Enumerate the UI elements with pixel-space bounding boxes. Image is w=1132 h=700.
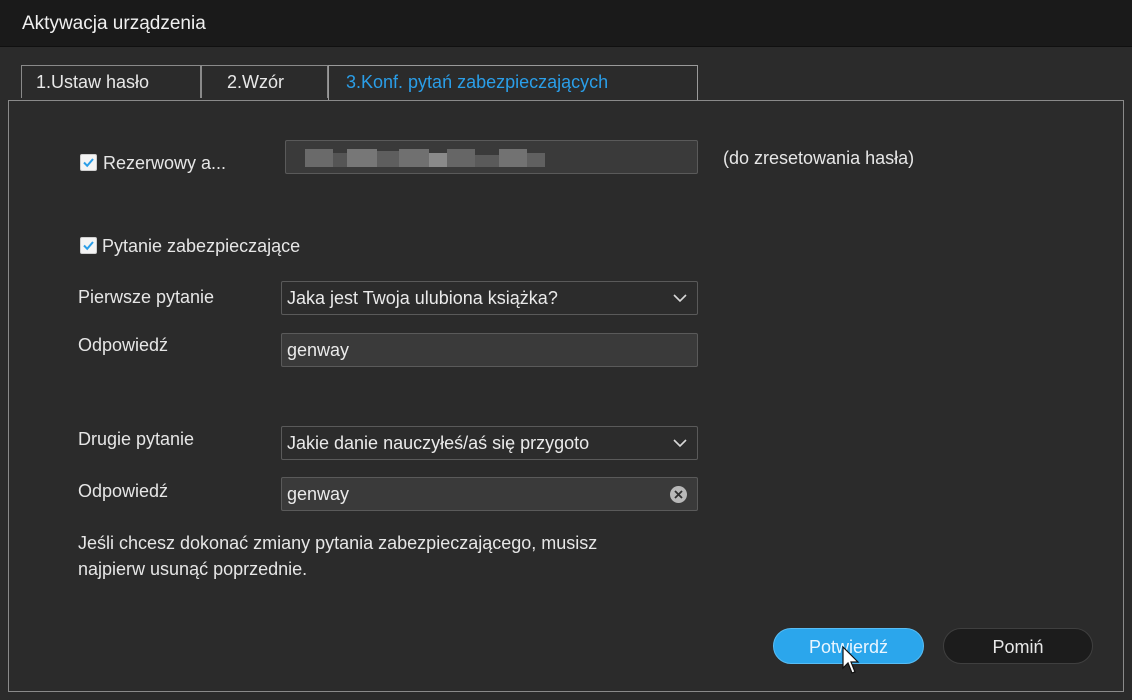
first-question-value: Jaka jest Twoja ulubiona książka? <box>287 288 558 308</box>
first-answer-label: Odpowiedź <box>78 335 169 355</box>
security-questions-panel <box>8 100 1124 692</box>
first-question-select[interactable]: Jaka jest Twoja ulubiona książka? <box>281 281 698 315</box>
tab-label: 1.Ustaw hasło <box>36 72 150 92</box>
skip-button[interactable]: Pomiń <box>943 628 1093 664</box>
backup-email-hint: (do zresetowania hasła) <box>723 148 915 168</box>
second-question-select[interactable]: Jakie danie nauczyłeś/aś się przygoto <box>281 426 698 460</box>
second-answer-label: Odpowiedź <box>78 481 169 501</box>
checkmark-icon <box>83 241 94 251</box>
first-answer-value: genway <box>287 340 350 360</box>
second-question-value: Jakie danie nauczyłeś/aś się przygoto <box>287 433 590 453</box>
chevron-down-icon <box>673 439 687 448</box>
close-icon <box>674 490 683 499</box>
first-question-label: Pierwsze pytanie <box>78 287 215 307</box>
checkmark-icon <box>83 158 94 168</box>
clear-input-icon[interactable] <box>670 486 687 503</box>
backup-email-label: Rezerwowy a... <box>103 153 227 173</box>
second-answer-value: genway <box>287 484 350 504</box>
chevron-down-icon <box>673 294 687 303</box>
tab-security-questions[interactable]: 3.Konf. pytań zabezpieczających <box>328 65 698 101</box>
tab-label: 3.Konf. pytań zabezpieczających <box>346 72 609 92</box>
second-answer-input[interactable]: genway <box>281 477 698 511</box>
security-question-label: Pytanie zabezpieczające <box>102 236 301 256</box>
backup-email-field[interactable] <box>285 140 698 174</box>
mouse-pointer-icon <box>842 646 860 674</box>
first-answer-input[interactable]: genway <box>281 333 698 367</box>
title-bar: Aktywacja urządzenia <box>0 0 1132 47</box>
tab-label: 2.Wzór <box>227 72 285 92</box>
window-title: Aktywacja urządzenia <box>22 13 206 34</box>
tab-set-password[interactable]: 1.Ustaw hasło <box>21 65 201 98</box>
second-question-label: Drugie pytanie <box>78 429 195 449</box>
tab-pattern[interactable]: 2.Wzór <box>201 65 328 98</box>
masked-value-blur <box>305 149 545 167</box>
info-note-line: Jeśli chcesz dokonać zmiany pytania zabe… <box>78 533 598 553</box>
info-note-line: najpierw usunąć poprzednie. <box>78 559 308 579</box>
security-question-checkbox[interactable] <box>80 237 97 254</box>
info-note: Jeśli chcesz dokonać zmiany pytania zabe… <box>78 530 758 582</box>
backup-email-checkbox[interactable] <box>80 154 97 171</box>
